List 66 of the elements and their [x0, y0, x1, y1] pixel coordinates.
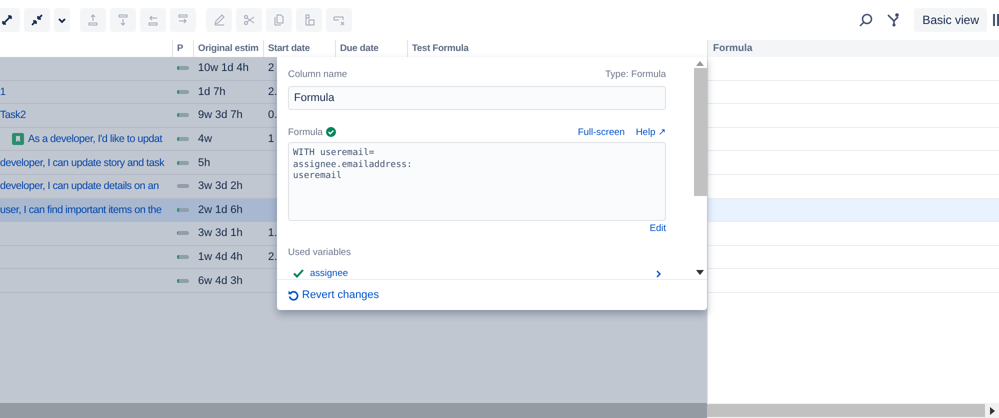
estimate-cell: 3w 3d 1h	[198, 227, 243, 240]
date-cell: 0.	[268, 109, 278, 122]
progress-bar	[177, 208, 189, 212]
issue-summary[interactable]: Task2	[0, 109, 26, 122]
issue-summary[interactable]: 1	[0, 86, 6, 98]
column-header[interactable]: Formula	[708, 40, 999, 57]
progress-bar	[177, 113, 189, 118]
issue-summary[interactable]: As a developer, I'd like to updat	[28, 133, 162, 146]
column-header[interactable]: Original estim	[193, 40, 263, 57]
date-cell: 2.	[268, 86, 278, 98]
progress-bar	[177, 66, 189, 70]
progress-bar	[177, 137, 189, 142]
issue-summary[interactable]: developer, I can update details on an	[0, 180, 159, 192]
progress-bar	[177, 231, 189, 236]
date-cell: 1	[268, 133, 274, 146]
column-name-field[interactable]: Formula	[288, 86, 666, 110]
field-label: Formula	[288, 126, 323, 138]
progress-bar	[177, 255, 189, 260]
insert-above-icon	[86, 13, 100, 27]
progress-bar	[177, 90, 189, 94]
progress-bar	[177, 160, 189, 165]
column-header[interactable]: P	[172, 40, 193, 57]
date-cell: 2.	[268, 251, 278, 264]
section-label: Used variables	[288, 247, 352, 258]
copy-icon	[272, 13, 286, 27]
estimate-cell: 3w 3d 2h	[198, 180, 243, 192]
basic-view-button[interactable]: Basic view	[914, 8, 987, 32]
progress-bar	[177, 278, 189, 283]
estimate-cell: 10w 1d 4h	[198, 62, 249, 74]
undo-icon	[288, 290, 299, 300]
scroll-down-icon[interactable]	[696, 270, 704, 275]
columns-icon[interactable]	[993, 13, 999, 27]
issue-summary[interactable]: user, I can find important items on the	[0, 204, 162, 216]
estimate-cell: 2w 1d 6h	[198, 204, 243, 216]
edit-link[interactable]: Edit	[650, 223, 666, 234]
expand-icon	[0, 13, 14, 27]
cut-icon	[242, 13, 256, 27]
issue-summary[interactable]: developer, I can update story and task	[0, 156, 164, 169]
estimate-cell: 4w	[198, 133, 212, 146]
outdent-icon	[146, 13, 160, 27]
story-icon	[12, 133, 24, 146]
estimate-cell: 9w 3d 7h	[198, 109, 243, 122]
chevron-right-icon	[656, 270, 661, 278]
caret-button[interactable]	[54, 8, 70, 32]
formula-editor[interactable]: WITH useremail= assignee.emailaddress: useremail	[288, 142, 666, 221]
help-link[interactable]: Help ↗	[636, 126, 666, 138]
scroll-right-icon[interactable]	[989, 406, 995, 414]
scroll-up-icon[interactable]	[696, 61, 704, 66]
estimate-cell: 1d 7h	[198, 86, 226, 98]
collapse-button[interactable]	[24, 8, 50, 32]
search-icon[interactable]	[858, 12, 874, 28]
insert-below-icon	[116, 13, 130, 27]
expand-button[interactable]	[0, 8, 20, 32]
date-cell: 2	[268, 62, 274, 74]
estimate-cell: 1w 4d 4h	[198, 251, 243, 264]
full-screen-link[interactable]: Full-screen	[578, 126, 625, 138]
field-label: Column name	[288, 69, 348, 80]
variable-item[interactable]: assignee	[288, 268, 666, 279]
edit-icon	[212, 13, 226, 27]
revert-changes-button[interactable]: Revert changes	[288, 289, 380, 301]
type-label: Type: Formula	[605, 69, 666, 80]
collapse-icon	[30, 13, 44, 27]
estimate-cell: 5h	[198, 156, 210, 169]
date-cell: 1.	[268, 227, 278, 240]
horizontal-scrollbar[interactable]	[0, 403, 999, 418]
estimate-cell: 6w 4d 3h	[198, 274, 243, 287]
